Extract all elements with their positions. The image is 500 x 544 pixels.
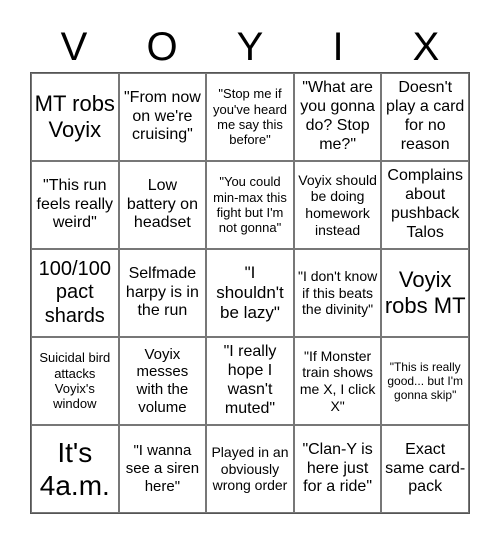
bingo-cell-text: It's 4a.m. — [39, 436, 110, 501]
bingo-cell[interactable]: Exact same card-pack — [381, 425, 469, 513]
bingo-cell-text: "I don't know if this beats the divinity… — [297, 268, 378, 318]
header-letter: I — [332, 25, 344, 69]
header-letter: Y — [236, 25, 264, 69]
bingo-cell-text: "If Monster train shows me X, I click X" — [299, 347, 376, 414]
bingo-cell-text: "This run feels really weird" — [36, 176, 114, 232]
bingo-cell[interactable]: "You could min-max this fight but I'm no… — [206, 161, 294, 249]
bingo-cell-text: Low battery on headset — [126, 176, 198, 232]
bingo-cell[interactable]: "Clan-Y is here just for a ride" — [293, 425, 382, 513]
bingo-cell-text: "Clan-Y is here just for a ride" — [302, 440, 373, 496]
bingo-cell[interactable]: "This run feels really weird" — [31, 161, 119, 249]
bingo-cell[interactable]: "I don't know if this beats the divinity… — [293, 249, 382, 337]
bingo-cell[interactable]: "Stop me if you've heard me say this bef… — [206, 73, 294, 161]
bingo-cell-text: "From now on we're cruising" — [123, 88, 201, 144]
bingo-cell[interactable]: "I really hope I wasn't muted" — [206, 337, 294, 425]
bingo-cell-text: MT robs Voyix — [34, 91, 115, 142]
bingo-cell-text: 100/100 pact shards — [38, 257, 111, 327]
bingo-cell[interactable]: Complains about pushback Talos — [381, 161, 469, 249]
bingo-cell[interactable]: "What are you gonna do? Stop me?" — [293, 73, 382, 161]
bingo-cell-text: Suicidal bird attacks Voyix's window — [39, 350, 111, 412]
bingo-cell[interactable]: It's 4a.m. — [31, 425, 119, 513]
bingo-cell[interactable]: "I wanna see a siren here" — [118, 425, 207, 513]
bingo-cell-text: Voyix robs MT — [384, 267, 466, 318]
bingo-cell[interactable]: Voyix robs MT — [381, 249, 469, 337]
bingo-cell-text: Voyix should be doing homework instead — [298, 171, 377, 238]
bingo-grid: MT robs Voyix "From now on we're cruising… — [30, 72, 470, 514]
bingo-cell[interactable]: Suicidal bird attacks Voyix's window — [31, 337, 119, 425]
bingo-cell[interactable]: Low battery on headset — [118, 161, 207, 249]
header-letter: V — [60, 25, 88, 69]
bingo-cell[interactable]: Voyix messes with the volume — [118, 337, 207, 425]
bingo-cell-text: "I really hope I wasn't muted" — [223, 343, 277, 417]
bingo-cell-text: Played in an obviously wrong order — [211, 444, 289, 494]
bingo-cell[interactable]: Selfmade harpy is in the run — [118, 249, 207, 337]
header-letter: X — [412, 25, 440, 69]
bingo-cell-text: "Stop me if you've heard me say this bef… — [212, 86, 288, 148]
bingo-header: V O Y I X — [30, 22, 470, 72]
bingo-cell-text: "This is really good... but I'm gonna sk… — [387, 359, 464, 403]
header-letter: O — [146, 25, 178, 69]
bingo-cell[interactable]: "I shouldn't be lazy" — [206, 249, 294, 337]
bingo-cell-text: "I wanna see a siren here" — [125, 442, 200, 495]
bingo-cell[interactable]: Voyix should be doing homework instead — [293, 161, 382, 249]
bingo-cell-text: "I shouldn't be lazy" — [216, 262, 284, 323]
bingo-cell-text: Selfmade harpy is in the run — [125, 264, 199, 320]
bingo-cell[interactable]: 100/100 pact shards — [31, 249, 119, 337]
bingo-cell-text: Voyix messes with the volume — [136, 345, 189, 416]
bingo-cell[interactable]: "This is really good... but I'm gonna sk… — [381, 337, 469, 425]
bingo-cell[interactable]: Played in an obviously wrong order — [206, 425, 294, 513]
bingo-cell-text: Exact same card-pack — [385, 440, 466, 496]
bingo-cell-text: Complains about pushback Talos — [387, 167, 463, 241]
bingo-cell[interactable]: MT robs Voyix — [31, 73, 119, 161]
bingo-cell[interactable]: Doesn't play a card for no reason — [381, 73, 469, 161]
bingo-cell-text: "You could min-max this fight but I'm no… — [213, 174, 287, 236]
bingo-cell-text: Doesn't play a card for no reason — [386, 79, 465, 153]
bingo-cell-text: "What are you gonna do? Stop me?" — [300, 79, 375, 153]
bingo-cell[interactable]: "If Monster train shows me X, I click X" — [293, 337, 382, 425]
bingo-cell[interactable]: "From now on we're cruising" — [118, 73, 207, 161]
